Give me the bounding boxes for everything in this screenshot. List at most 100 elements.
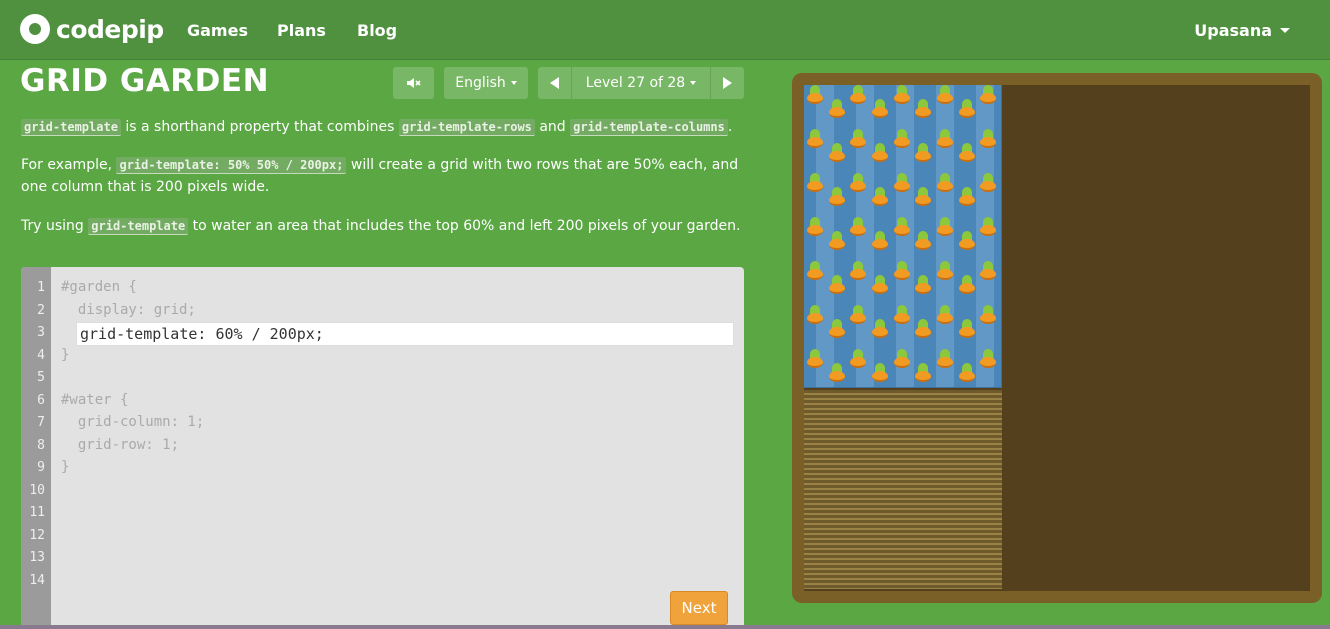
code-line: } xyxy=(61,459,70,475)
carrot-icon xyxy=(806,349,824,371)
carrot-icon xyxy=(936,217,954,239)
carrot-icon xyxy=(828,231,846,253)
logo[interactable]: codepip xyxy=(20,14,164,44)
code-keyword: grid-template: 50% 50% / 200px; xyxy=(116,157,347,174)
line-number: 10 xyxy=(29,483,45,498)
language-label: English xyxy=(455,75,506,91)
line-number: 12 xyxy=(29,528,45,543)
level-dropdown[interactable]: Level 27 of 28 xyxy=(572,67,710,99)
carrot-icon xyxy=(958,143,976,165)
logo-text: codepip xyxy=(56,14,164,44)
carrot-icon xyxy=(806,217,824,239)
nav-link-blog[interactable]: Blog xyxy=(357,21,397,40)
arrow-right-icon xyxy=(723,77,732,89)
code-keyword: grid-template-columns xyxy=(570,119,728,136)
carrot-icon xyxy=(828,187,846,209)
carrot-icon xyxy=(871,275,889,297)
carrot-icon xyxy=(979,349,997,371)
carrot-icon xyxy=(979,129,997,151)
instruction-text: is a shorthand property that combines xyxy=(120,119,399,135)
carrot-icon xyxy=(958,363,976,385)
line-number: 8 xyxy=(37,438,45,453)
instruction-text: Try using xyxy=(21,218,89,234)
code-keyword: grid-template xyxy=(21,119,121,136)
carrot-icon xyxy=(893,305,911,327)
line-number-gutter: 1 2 3 4 5 6 7 8 9 10 11 12 13 14 xyxy=(21,267,51,629)
codepip-logo-icon xyxy=(20,14,50,44)
instruction-paragraph-1: grid-template is a shorthand property th… xyxy=(21,116,751,138)
language-select[interactable]: English xyxy=(444,67,528,99)
carrot-icon xyxy=(979,261,997,283)
instruction-text: and xyxy=(534,119,571,135)
carrot-icon xyxy=(893,261,911,283)
instruction-text: . xyxy=(727,119,733,135)
css-input[interactable] xyxy=(77,323,733,345)
user-name: Upasana xyxy=(1194,21,1272,40)
code-editor: 1 2 3 4 5 6 7 8 9 10 11 12 13 14 #garden… xyxy=(21,267,744,629)
level-label: Level 27 of 28 xyxy=(585,75,686,91)
carrot-icon xyxy=(849,217,867,239)
code-line: #garden { xyxy=(61,279,137,295)
carrot-icon xyxy=(871,231,889,253)
instruction-paragraph-2: For example, grid-template: 50% 50% / 20… xyxy=(21,154,751,198)
instruction-text: For example, xyxy=(21,157,117,173)
carrot-icon xyxy=(893,129,911,151)
carrot-icon xyxy=(828,363,846,385)
taskbar-strip xyxy=(0,625,1330,629)
instruction-text: to water an area that includes the top 6… xyxy=(188,218,741,234)
carrot-icon xyxy=(914,187,932,209)
instruction-paragraph-3: Try using grid-template to water an area… xyxy=(21,215,751,237)
carrot-icon xyxy=(871,319,889,341)
nav-link-games[interactable]: Games xyxy=(187,21,248,40)
carrot-icon xyxy=(871,187,889,209)
carrot-icon xyxy=(871,143,889,165)
carrot-icon xyxy=(806,305,824,327)
code-line: display: grid; xyxy=(61,302,196,318)
line-number: 3 xyxy=(37,325,45,340)
carrot-icon xyxy=(849,129,867,151)
carrot-icon xyxy=(828,319,846,341)
previous-level-button[interactable] xyxy=(538,67,572,99)
carrot-icon xyxy=(914,143,932,165)
chevron-down-icon xyxy=(1280,28,1290,33)
carrot-icon xyxy=(958,231,976,253)
carrot-icon xyxy=(936,261,954,283)
carrot-icon xyxy=(936,173,954,195)
line-number: 11 xyxy=(29,505,45,520)
carrot-icon xyxy=(893,85,911,107)
carrot-icon xyxy=(871,363,889,385)
next-button[interactable]: Next xyxy=(670,591,728,625)
nav-link-plans[interactable]: Plans xyxy=(277,21,326,40)
css-input-field[interactable] xyxy=(76,322,734,346)
carrot-icon xyxy=(806,85,824,107)
user-menu[interactable]: Upasana xyxy=(1194,21,1290,40)
line-number: 13 xyxy=(29,550,45,565)
line-number: 5 xyxy=(37,370,45,385)
carrot-icon xyxy=(828,275,846,297)
carrot-icon xyxy=(958,187,976,209)
carrot-icon xyxy=(849,173,867,195)
carrot-icon xyxy=(893,217,911,239)
chevron-down-icon xyxy=(510,81,517,85)
top-nav: codepip Games Plans Blog Upasana xyxy=(0,0,1330,60)
chevron-down-icon xyxy=(690,81,697,85)
carrot-icon xyxy=(806,173,824,195)
line-number: 14 xyxy=(29,573,45,588)
mute-button[interactable] xyxy=(393,67,434,99)
carrot-icon xyxy=(958,99,976,121)
line-number: 4 xyxy=(37,348,45,363)
carrot-icon xyxy=(806,261,824,283)
code-keyword: grid-template-rows xyxy=(398,119,535,136)
carrot-icon xyxy=(936,305,954,327)
carrot-icon xyxy=(828,143,846,165)
carrot-icon xyxy=(893,173,911,195)
carrot-icon xyxy=(914,275,932,297)
carrot-icon xyxy=(871,99,889,121)
carrot-icon xyxy=(936,85,954,107)
carrot-icon xyxy=(914,99,932,121)
next-level-button[interactable] xyxy=(710,67,744,99)
code-line: grid-row: 1; xyxy=(61,437,180,453)
carrot-icon xyxy=(936,349,954,371)
carrot-icon xyxy=(914,363,932,385)
carrot-icon xyxy=(849,349,867,371)
